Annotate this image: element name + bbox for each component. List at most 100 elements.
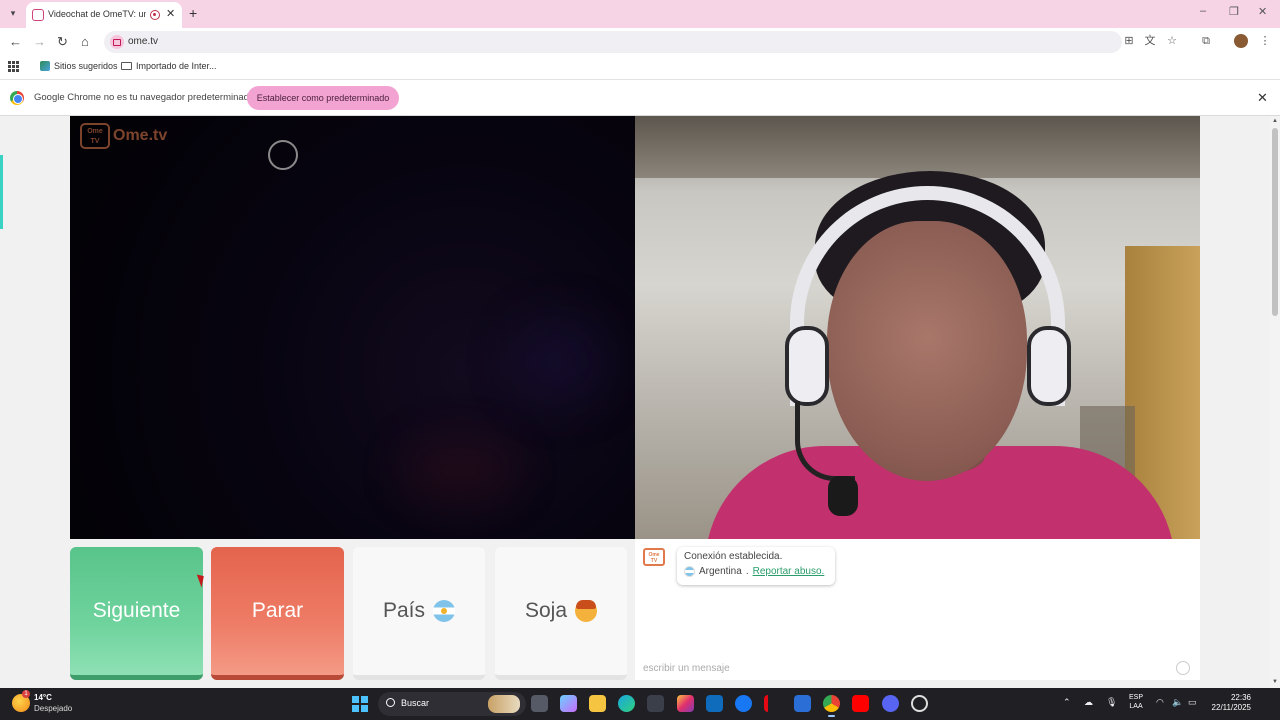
scroll-down-icon[interactable]: ▼ [1272, 679, 1278, 685]
set-default-button[interactable]: Establecer como predeterminado [247, 86, 399, 110]
country-label: País [382, 599, 426, 622]
back-icon[interactable]: ← [9, 34, 22, 49]
copilot-icon[interactable] [560, 695, 577, 712]
volume-icon[interactable]: 🔈 [1172, 697, 1183, 708]
tray-chevron-icon[interactable]: ⌃ [1063, 697, 1071, 708]
chrome-icon[interactable] [823, 695, 840, 717]
room-ceiling [635, 116, 1200, 178]
bookmarks-bar: Sitios sugeridos Importado de Inter... [0, 56, 1280, 80]
connection-status: Conexión establecida. [684, 551, 783, 562]
weather-temperature[interactable]: 14°C [34, 693, 52, 702]
bookmark-suggested-sites[interactable]: Sitios sugeridos [40, 61, 118, 71]
gender-filter-button[interactable]: Soja [495, 547, 627, 680]
translate-icon[interactable]: 文 [1144, 35, 1156, 47]
folder-icon [121, 62, 132, 70]
menu-kebab-icon[interactable]: ⋮ [1259, 35, 1271, 47]
restore-window-icon[interactable]: ❐ [1229, 5, 1239, 18]
tab-title: Videochat de OmeTV: una [48, 9, 146, 19]
weather-badge: 1 [22, 690, 30, 698]
ometv-logo-text: Ome.tv [113, 127, 168, 144]
weather-description[interactable]: Despejado [34, 704, 72, 713]
tab-close-icon[interactable]: ✕ [166, 7, 175, 20]
stranger-video: Ome TV Ome.tv [70, 116, 635, 539]
netflix-icon[interactable] [764, 695, 781, 712]
bookmark-star-icon[interactable]: ☆ [1166, 35, 1178, 47]
microphone-icon[interactable]: 🎙 [1106, 697, 1117, 708]
new-tab-icon[interactable]: + [189, 5, 197, 21]
mail-icon[interactable] [706, 695, 723, 712]
bookmark-label: Importado de Inter... [136, 61, 217, 71]
country-filter-button[interactable]: País [353, 547, 485, 680]
chat-panel: Ome TV Conexión establecida. Argentina .… [635, 539, 1200, 680]
start-windows-icon[interactable] [352, 696, 368, 712]
lang-layout: LAA [1129, 703, 1143, 710]
emoji-picker-icon[interactable] [1176, 661, 1190, 675]
store-icon[interactable] [647, 695, 664, 712]
headset-earcup [785, 326, 829, 406]
video-noise [510, 316, 610, 406]
stop-label: Parar [251, 599, 304, 622]
report-abuse-link[interactable]: Reportar abuso. [753, 566, 825, 577]
taskbar-search[interactable]: Buscar [378, 692, 526, 716]
scrollbar-thumb[interactable] [1272, 128, 1278, 316]
infobar-message: Google Chrome no es tu navegador predete… [34, 92, 255, 103]
profile-avatar[interactable] [1234, 34, 1248, 48]
tab-ometv[interactable]: Videochat de OmeTV: una ✕ [26, 2, 182, 28]
calculator-icon[interactable] [794, 695, 811, 712]
search-label: Buscar [401, 698, 430, 708]
tab-search-chevron-icon[interactable]: ▾ [4, 4, 22, 22]
next-label: Siguiente [92, 599, 181, 622]
file-explorer-icon[interactable] [589, 695, 606, 712]
chat-message-input[interactable] [635, 656, 1180, 680]
recording-indicator-icon[interactable] [150, 10, 160, 20]
self-camera-video [635, 116, 1200, 539]
minimize-window-icon[interactable]: – [1200, 5, 1206, 17]
argentina-flag-icon [684, 566, 695, 577]
forward-icon[interactable]: → [33, 34, 46, 49]
left-accent-bar [0, 155, 3, 229]
suggested-sites-icon [40, 61, 50, 71]
search-highlight-image [488, 695, 520, 713]
apps-grid-icon[interactable] [8, 61, 19, 72]
default-browser-infobar: Google Chrome no es tu navegador predete… [0, 80, 1280, 116]
bookmark-imported-folder[interactable]: Importado de Inter... [121, 61, 217, 71]
address-bar[interactable]: ome.tv [104, 31, 1122, 53]
loading-spinner-icon [268, 140, 298, 170]
edge-icon[interactable] [618, 695, 635, 712]
extensions-icon[interactable]: ⧉ [1200, 35, 1212, 47]
task-view-icon[interactable] [531, 695, 548, 712]
ometv-favicon-icon [32, 9, 44, 21]
discord-icon[interactable] [882, 695, 899, 712]
clock-date: 22/11/2025 [1211, 703, 1251, 712]
close-window-icon[interactable]: ✕ [1258, 5, 1267, 18]
partner-info: Argentina . Reportar abuso. [684, 566, 828, 577]
partner-country: Argentina [699, 566, 742, 577]
home-icon[interactable]: ⌂ [81, 34, 89, 49]
onedrive-icon[interactable]: ☁ [1084, 697, 1093, 708]
browser-toolbar: ← → ↻ ⌂ ome.tv ⊞ 文 ☆ ⧉ ⋮ [0, 28, 1280, 56]
headset-earcup [1027, 326, 1071, 406]
bookmark-label: Sitios sugeridos [54, 61, 118, 71]
install-app-icon[interactable]: ⊞ [1123, 35, 1135, 47]
battery-icon[interactable]: ▭ [1188, 697, 1197, 708]
youtube-icon[interactable] [852, 695, 869, 712]
reload-icon[interactable]: ↻ [57, 34, 68, 50]
lang-code: ESP [1129, 694, 1144, 701]
windows-taskbar: 1 14°C Despejado Buscar ⌃ ☁ 🎙 ESP LAA ◠ … [0, 688, 1280, 720]
wifi-icon[interactable]: ◠ [1156, 697, 1164, 708]
search-icon [386, 698, 395, 707]
chatgpt-icon[interactable] [911, 695, 928, 712]
url-text[interactable]: ome.tv [128, 36, 158, 47]
facebook-icon[interactable] [735, 695, 752, 712]
scroll-up-icon[interactable]: ▲ [1272, 118, 1278, 124]
stop-button[interactable]: Parar [211, 547, 344, 680]
next-button[interactable]: Siguiente [70, 547, 203, 680]
infobar-close-icon[interactable]: ✕ [1257, 90, 1268, 106]
instagram-icon[interactable] [677, 695, 694, 712]
argentina-flag-icon [433, 600, 456, 622]
input-language[interactable]: ESP LAA [1129, 693, 1143, 711]
chrome-logo-icon [10, 91, 24, 105]
boy-emoji-icon [575, 600, 598, 622]
site-info-icon[interactable] [110, 35, 124, 49]
clock[interactable]: 22:36 22/11/2025 [1205, 693, 1251, 713]
